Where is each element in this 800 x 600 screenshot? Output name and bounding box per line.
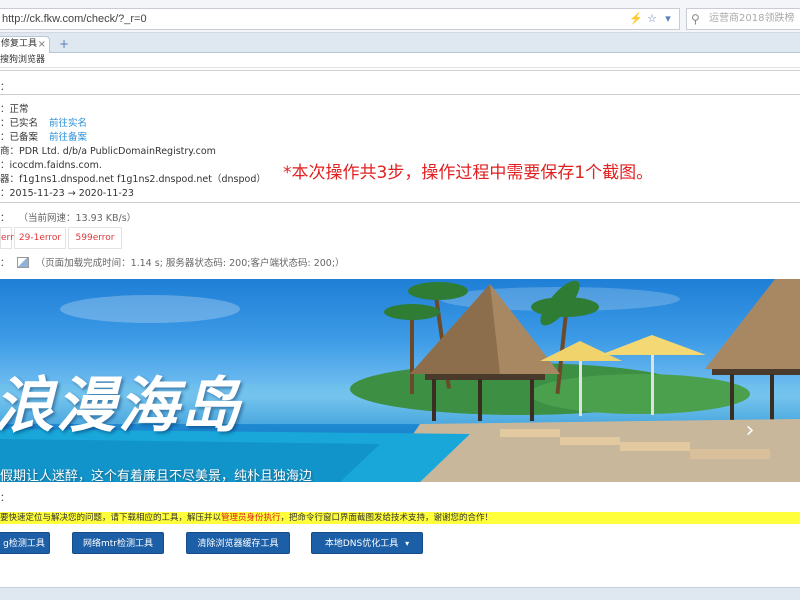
speed-prefix: ： — [0, 213, 10, 224]
promo-banner[interactable]: 浪漫海岛 假期让人迷醉，这个有着廉且不尽美景，纯朴且独海边 — [0, 279, 800, 482]
divider — [0, 202, 800, 203]
divider — [0, 94, 800, 95]
notice-bar: 要快速定位与解决您的问题，请下载相应的工具，解压并以管理员身份执行，把命令行窗口… — [0, 512, 800, 524]
row-label: ： — [0, 82, 10, 93]
cname-text: ：icocdm.faidns.com. — [0, 160, 102, 171]
tab-active[interactable]: 修复工具 × — [0, 36, 50, 53]
error-box: 29-1error — [14, 227, 66, 249]
error-box: error — [0, 227, 23, 249]
beian-row: ：已备案 前往备案 — [0, 129, 87, 143]
mtr-tool-button[interactable]: 网络mtr检测工具 — [72, 532, 164, 554]
star-icon[interactable]: ☆ — [644, 11, 660, 27]
banner-title: 浪漫海岛 — [0, 371, 242, 441]
dns-optimize-tool-button[interactable]: 本地DNS优化工具 ▾ — [311, 532, 423, 554]
browser-address-bar: http://ck.fkw.com/check/?_r=0 ⚡ ☆ ▾ ⚲ 运营… — [0, 0, 800, 33]
search-placeholder: 运营商2018领跌榜 — [709, 13, 795, 24]
realname-label: ：已实名 — [0, 118, 39, 129]
browser-status-bar — [0, 587, 800, 600]
close-icon[interactable]: × — [38, 37, 46, 52]
divider — [0, 70, 800, 71]
tab-bar: 修复工具 × + — [0, 33, 800, 53]
ping-tool-button[interactable]: g检测工具 — [0, 532, 50, 554]
chevron-right-icon[interactable]: › — [738, 416, 762, 446]
load-time-text: （页面加载完成时间：1.14 s; 服务器状态码: 200;客户端状态码: 20… — [35, 258, 345, 269]
favorites-bar: 搜狗浏览器 — [0, 54, 800, 68]
tab-label: 修复工具 — [1, 39, 38, 49]
period-text: ：2015-11-23 → 2020-11-23 — [0, 188, 134, 199]
speed-row: ： （当前网速：13.93 KB/s） — [0, 210, 136, 224]
caret-down-icon: ▾ — [405, 539, 410, 548]
banner-subtitle: 假期让人迷醉，这个有着廉且不尽美景，纯朴且独海边 — [0, 469, 313, 482]
notice-text-after: ，把命令行窗口界面截图发给技术支持，谢谢您的合作！ — [280, 513, 494, 523]
broken-image-icon — [16, 257, 29, 268]
url-text: http://ck.fkw.com/check/?_r=0 — [2, 13, 147, 25]
new-tab-button[interactable]: + — [56, 37, 72, 51]
load-time-row: ： （页面加载完成时间：1.14 s; 服务器状态码: 200;客户端状态码: … — [0, 255, 345, 269]
error-box: 599error — [68, 227, 122, 249]
clear-cache-tool-button[interactable]: 清除浏览器缓存工具 — [186, 532, 290, 554]
dns-optimize-label: 本地DNS优化工具 — [324, 539, 399, 549]
chevron-down-icon[interactable]: ▾ — [660, 11, 676, 27]
status-text: ：正常 — [0, 104, 29, 115]
registrar-text: 商：PDR Ltd. d/b/a PublicDomainRegistry.co… — [0, 146, 216, 157]
url-field[interactable]: http://ck.fkw.com/check/?_r=0 ⚡ ☆ ▾ — [0, 8, 680, 30]
beian-label: ：已备案 — [0, 132, 39, 143]
speed-text: （当前网速：13.93 KB/s） — [18, 213, 137, 224]
beian-link[interactable]: 前往备案 — [49, 132, 87, 143]
search-icon: ⚲ — [691, 12, 700, 26]
notice-highlight: 管理员身份执行 — [221, 513, 281, 523]
favorites-item[interactable]: 搜狗浏览器 — [0, 55, 45, 65]
dns-text: 器：f1g1ns1.dnspod.net f1g1ns2.dnspod.net（… — [0, 174, 266, 185]
realname-row: ：已实名 前往实名 — [0, 115, 87, 129]
lightning-icon[interactable]: ⚡ — [628, 11, 644, 27]
load-prefix: ： — [0, 258, 10, 269]
realname-link[interactable]: 前往实名 — [49, 118, 87, 129]
row-label: ： — [0, 493, 10, 504]
instruction-annotation: *本次操作共3步，操作过程中需要保存1个截图。 — [283, 163, 654, 183]
search-input[interactable]: ⚲ 运营商2018领跌榜 — [686, 8, 800, 30]
notice-text-before: 要快速定位与解决您的问题，请下载相应的工具，解压并以 — [0, 513, 222, 523]
